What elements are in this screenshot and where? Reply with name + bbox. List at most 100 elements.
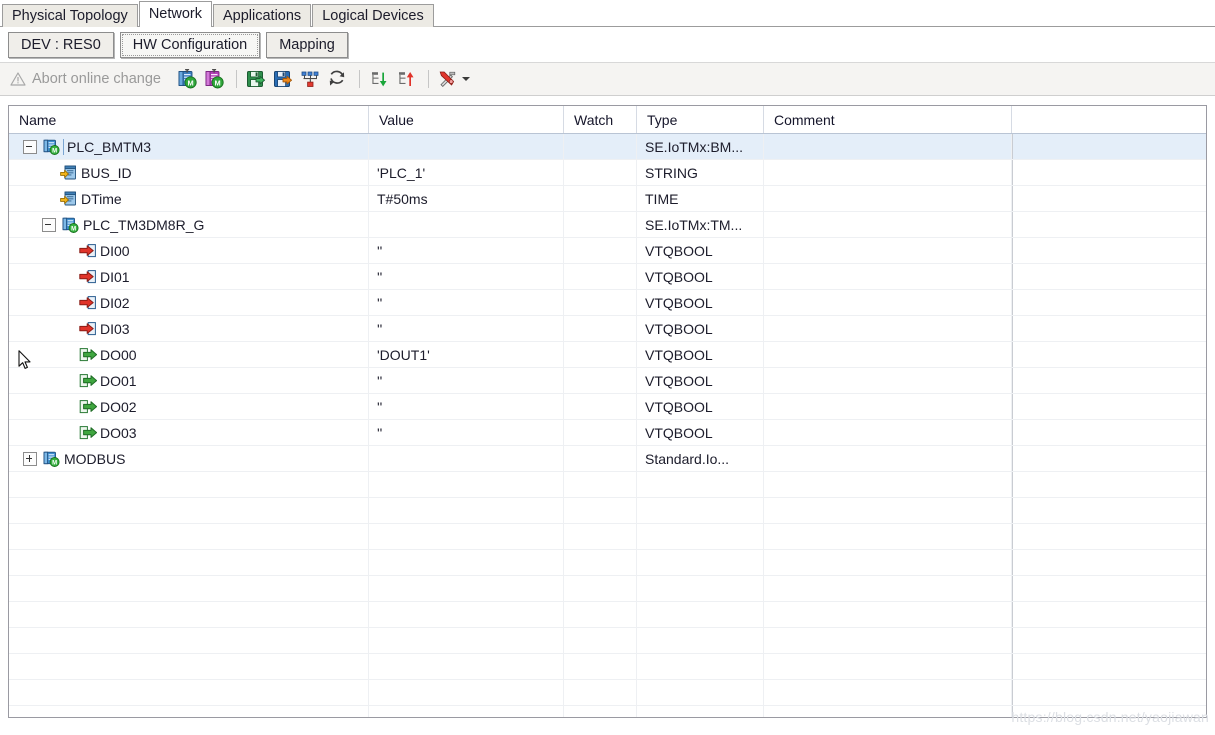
cell-empty[interactable] <box>637 602 764 627</box>
cell-tail[interactable] <box>1012 264 1206 289</box>
table-row[interactable]: BUS_ID'PLC_1' STRING <box>9 160 1206 186</box>
cell-tail[interactable] <box>1012 290 1206 315</box>
cell-value[interactable]: 'PLC_1' <box>369 160 564 185</box>
cell-watch[interactable] <box>564 316 637 341</box>
cell-empty[interactable] <box>764 550 1012 575</box>
tree-collapse-icon[interactable] <box>42 218 56 232</box>
cell-name[interactable]: MMODBUS <box>9 446 369 471</box>
tools-dropdown-caret-icon[interactable] <box>462 77 470 81</box>
cell-watch[interactable] <box>564 264 637 289</box>
grid-column-header-type[interactable]: Type <box>637 106 764 133</box>
cell-comment[interactable] <box>764 316 1012 341</box>
grid-column-header-name[interactable]: Name <box>9 106 369 133</box>
cell-empty[interactable] <box>1012 498 1206 523</box>
cell-empty[interactable] <box>1012 472 1206 497</box>
cell-empty[interactable] <box>369 654 564 679</box>
table-row[interactable]: MPLC_BMTM3SE.IoTMx:BM... <box>9 134 1206 160</box>
cell-empty[interactable] <box>369 628 564 653</box>
cell-type[interactable]: VTQBOOL <box>637 264 764 289</box>
cell-comment[interactable] <box>764 420 1012 445</box>
cell-empty[interactable] <box>564 706 637 718</box>
table-row[interactable]: DI00''VTQBOOL <box>9 238 1206 264</box>
cell-type[interactable]: VTQBOOL <box>637 394 764 419</box>
cell-empty[interactable] <box>1012 680 1206 705</box>
cell-tail[interactable] <box>1012 446 1206 471</box>
cell-tail[interactable] <box>1012 186 1206 211</box>
cell-empty[interactable] <box>9 524 369 549</box>
cell-tail[interactable] <box>1012 238 1206 263</box>
cell-comment[interactable] <box>764 394 1012 419</box>
cell-type[interactable]: STRING <box>637 160 764 185</box>
cell-empty[interactable] <box>1012 576 1206 601</box>
cell-comment[interactable] <box>764 212 1012 237</box>
cell-empty[interactable] <box>369 602 564 627</box>
table-row[interactable]: DTimeT#50msTIME <box>9 186 1206 212</box>
cell-empty[interactable] <box>637 576 764 601</box>
cell-empty[interactable] <box>1012 550 1206 575</box>
table-row[interactable]: DI01''VTQBOOL <box>9 264 1206 290</box>
table-row[interactable]: DO03''VTQBOOL <box>9 420 1206 446</box>
network-tree-icon[interactable] <box>298 67 322 91</box>
cell-empty[interactable] <box>764 602 1012 627</box>
cell-type[interactable]: VTQBOOL <box>637 368 764 393</box>
main-tab-3[interactable]: Logical Devices <box>312 4 434 27</box>
cell-name[interactable]: DO01 <box>9 368 369 393</box>
cell-tail[interactable] <box>1012 420 1206 445</box>
cell-empty[interactable] <box>637 628 764 653</box>
cell-watch[interactable] <box>564 212 637 237</box>
cell-empty[interactable] <box>564 524 637 549</box>
cell-tail[interactable] <box>1012 212 1206 237</box>
cell-empty[interactable] <box>9 706 369 718</box>
cell-type[interactable]: VTQBOOL <box>637 342 764 367</box>
cell-value[interactable] <box>369 212 564 237</box>
cell-empty[interactable] <box>564 550 637 575</box>
cell-type[interactable]: TIME <box>637 186 764 211</box>
cell-empty[interactable] <box>1012 628 1206 653</box>
table-row[interactable]: DI02''VTQBOOL <box>9 290 1206 316</box>
tree-expand-icon[interactable] <box>23 452 37 466</box>
cell-watch[interactable] <box>564 342 637 367</box>
cell-empty[interactable] <box>1012 602 1206 627</box>
cell-tail[interactable] <box>1012 316 1206 341</box>
cell-comment[interactable] <box>764 238 1012 263</box>
cell-value[interactable] <box>369 446 564 471</box>
cell-empty[interactable] <box>369 524 564 549</box>
cell-empty[interactable] <box>369 498 564 523</box>
cell-value[interactable]: '' <box>369 420 564 445</box>
cell-value[interactable] <box>369 134 564 159</box>
refresh-icon[interactable] <box>325 67 349 91</box>
cell-value[interactable]: '' <box>369 290 564 315</box>
table-row-empty[interactable] <box>9 654 1206 680</box>
cell-empty[interactable] <box>1012 654 1206 679</box>
cell-watch[interactable] <box>564 160 637 185</box>
cell-value[interactable]: '' <box>369 316 564 341</box>
cell-empty[interactable] <box>564 472 637 497</box>
cell-comment[interactable] <box>764 160 1012 185</box>
cell-tail[interactable] <box>1012 134 1206 159</box>
cell-type[interactable]: Standard.Io... <box>637 446 764 471</box>
cell-empty[interactable] <box>764 498 1012 523</box>
cell-empty[interactable] <box>369 472 564 497</box>
save-import-icon[interactable] <box>271 67 295 91</box>
cell-type[interactable]: VTQBOOL <box>637 238 764 263</box>
cell-empty[interactable] <box>564 680 637 705</box>
grid-column-header-watch[interactable]: Watch <box>564 106 637 133</box>
cell-name[interactable]: DO00 <box>9 342 369 367</box>
table-row-empty[interactable] <box>9 498 1206 524</box>
cell-name[interactable]: BUS_ID <box>9 160 369 185</box>
cell-comment[interactable] <box>764 342 1012 367</box>
cell-empty[interactable] <box>9 654 369 679</box>
table-row-empty[interactable] <box>9 472 1206 498</box>
cell-empty[interactable] <box>564 654 637 679</box>
cell-empty[interactable] <box>564 576 637 601</box>
cell-name[interactable]: DO02 <box>9 394 369 419</box>
cell-empty[interactable] <box>764 680 1012 705</box>
main-tab-2[interactable]: Applications <box>213 4 311 27</box>
table-row[interactable]: MMODBUS Standard.Io... <box>9 446 1206 472</box>
cell-comment[interactable] <box>764 290 1012 315</box>
cell-watch[interactable] <box>564 238 637 263</box>
table-row[interactable]: DO00'DOUT1'VTQBOOL <box>9 342 1206 368</box>
cell-empty[interactable] <box>369 706 564 718</box>
cell-empty[interactable] <box>637 654 764 679</box>
sub-tab-1[interactable]: HW Configuration <box>120 32 260 58</box>
